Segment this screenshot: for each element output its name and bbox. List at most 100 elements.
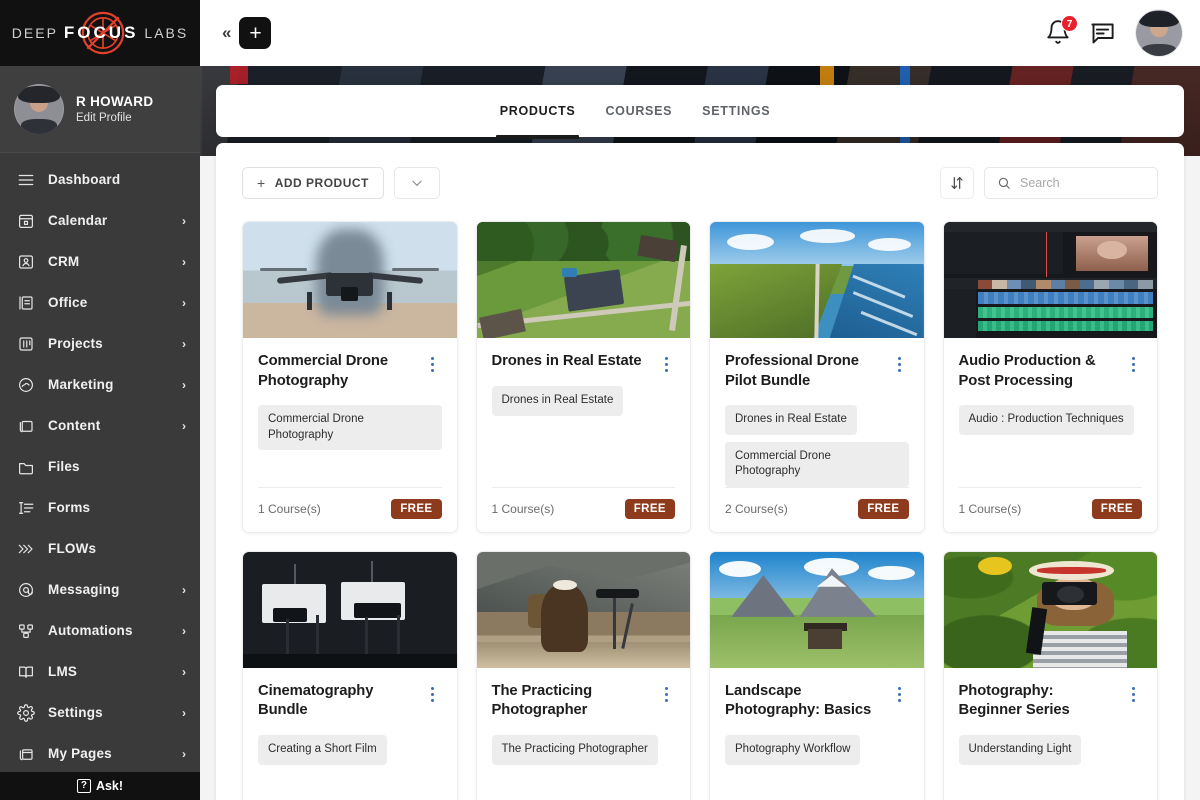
brand-logo[interactable]: DEEP FOCUS LABS (0, 0, 200, 66)
product-card[interactable]: The Practicing Photographer The Practicin… (476, 551, 692, 800)
course-count: 2 Course(s) (725, 502, 858, 516)
marketing-icon (17, 376, 35, 394)
kebab-menu-icon[interactable] (891, 682, 909, 702)
chevron-right-icon: › (182, 419, 186, 433)
kebab-menu-icon[interactable] (657, 682, 675, 702)
edit-profile-link[interactable]: Edit Profile (76, 112, 153, 124)
product-card[interactable]: Cinematography BundleCreating a Short Fi… (242, 551, 458, 800)
search-input[interactable] (1020, 176, 1145, 190)
product-card-header: Landscape Photography: Basics (725, 682, 909, 721)
product-card[interactable]: Drones in Real Estate Drones in Real Esta… (476, 221, 692, 533)
sidebar-item-label: My Pages (48, 746, 169, 761)
search-box[interactable] (984, 167, 1158, 199)
product-tag: Understanding Light (959, 735, 1082, 765)
profile-avatar (14, 84, 64, 134)
calendar-icon (16, 211, 35, 230)
sidebar-item-label: CRM (48, 254, 169, 269)
app-root: DEEP FOCUS LABS R HOWARD Edit Profile Da… (0, 0, 1200, 800)
product-thumbnail (944, 222, 1158, 338)
sidebar-item-calendar[interactable]: Calendar › (0, 200, 200, 241)
topbar-icons: 7 (1045, 10, 1182, 56)
sidebar-item-label: Forms (48, 500, 186, 515)
product-card-header: Photography: Beginner Series (959, 682, 1143, 721)
sidebar-nav: DashboardCalendar›CRM›Office›Projects›Ma… (0, 153, 200, 772)
product-card[interactable]: Commercial Drone PhotographyCommercial D… (242, 221, 458, 533)
brand-word-right: LABS (144, 25, 188, 41)
product-card[interactable]: Landscape Photography: BasicsPhotography… (709, 551, 925, 800)
projects-icon (17, 335, 35, 353)
chevron-right-icon: › (182, 296, 186, 310)
product-card[interactable]: Professional Drone Pilot BundleDrones in… (709, 221, 925, 533)
sidebar-item-dashboard[interactable]: Dashboard (0, 159, 200, 200)
kebab-menu-icon[interactable] (424, 682, 442, 702)
sidebar-item-my-pages[interactable]: My Pages› (0, 733, 200, 772)
product-title: Drones in Real Estate (492, 352, 650, 372)
product-tag: Commercial Drone Photography (725, 442, 909, 487)
sidebar-item-forms[interactable]: Forms (0, 487, 200, 528)
tab-courses[interactable]: COURSES (605, 85, 672, 137)
product-thumbnail (477, 552, 691, 668)
kebab-menu-icon[interactable] (424, 352, 442, 372)
product-title: Photography: Beginner Series (959, 682, 1117, 721)
collapse-sidebar-button[interactable]: « (218, 23, 239, 43)
product-thumbnail (710, 222, 924, 338)
ask-label: Ask! (96, 779, 123, 793)
kebab-menu-icon[interactable] (1124, 682, 1142, 702)
add-product-button[interactable]: + ADD PRODUCT (242, 167, 384, 199)
chevron-right-icon: › (182, 214, 186, 228)
product-tags: Understanding Light (959, 735, 1143, 765)
product-card-body: Commercial Drone PhotographyCommercial D… (243, 338, 457, 532)
tab-settings[interactable]: SETTINGS (702, 85, 770, 137)
sidebar-item-content[interactable]: Content› (0, 405, 200, 446)
tab-products[interactable]: PRODUCTS (500, 85, 576, 137)
pages-icon (17, 745, 35, 763)
product-thumbnail (710, 552, 924, 668)
book-icon (16, 662, 35, 681)
sidebar-item-office[interactable]: Office› (0, 282, 200, 323)
sidebar-item-label: Messaging (48, 582, 169, 597)
sidebar-profile[interactable]: R HOWARD Edit Profile (0, 66, 200, 154)
tabs: PRODUCTS COURSES SETTINGS (500, 85, 771, 137)
product-card[interactable]: Photography: Beginner Series Understandin… (943, 551, 1159, 800)
kebab-menu-icon[interactable] (1124, 352, 1142, 372)
kebab-menu-icon[interactable] (657, 352, 675, 372)
sidebar-item-lms[interactable]: LMS› (0, 651, 200, 692)
sidebar-item-marketing[interactable]: Marketing› (0, 364, 200, 405)
plus-icon: + (257, 175, 266, 191)
sidebar-item-projects[interactable]: Projects› (0, 323, 200, 364)
brand-word-center: FOCUS (64, 23, 139, 43)
sidebar-item-label: Calendar (48, 213, 169, 228)
sidebar-item-automations[interactable]: Automations› (0, 610, 200, 651)
ask-button[interactable]: ? Ask! (0, 772, 200, 800)
product-card-header: Drones in Real Estate (492, 352, 676, 372)
product-tag: Drones in Real Estate (492, 386, 624, 416)
quick-add-button[interactable]: + (239, 17, 271, 49)
product-card-header: The Practicing Photographer (492, 682, 676, 721)
profile-name: R HOWARD (76, 94, 153, 109)
product-tag: The Practicing Photographer (492, 735, 658, 765)
sidebar-item-messaging[interactable]: Messaging› (0, 569, 200, 610)
sidebar-item-label: FLOWs (48, 541, 186, 556)
sidebar-item-flows[interactable]: FLOWs (0, 528, 200, 569)
product-card-header: Cinematography Bundle (258, 682, 442, 721)
user-avatar[interactable] (1136, 10, 1182, 56)
product-card[interactable]: Audio Production & Post ProcessingAudio … (943, 221, 1159, 533)
product-tags: Commercial Drone Photography (258, 405, 442, 450)
notifications-button[interactable]: 7 (1045, 19, 1073, 47)
messages-button[interactable] (1089, 20, 1116, 47)
add-product-dropdown-button[interactable] (394, 167, 440, 199)
automations-icon (17, 622, 35, 640)
chevron-right-icon: › (182, 706, 186, 720)
kebab-menu-icon[interactable] (891, 352, 909, 372)
sidebar-item-label: Marketing (48, 377, 169, 392)
office-icon (16, 293, 35, 312)
sort-button[interactable] (940, 167, 974, 199)
flows-icon (16, 539, 35, 558)
sidebar-item-settings[interactable]: Settings› (0, 692, 200, 733)
sidebar-item-crm[interactable]: CRM› (0, 241, 200, 282)
hamburger-icon (16, 170, 35, 189)
product-tags: Drones in Real Estate (492, 386, 676, 416)
gear-icon (17, 704, 35, 722)
brand-word-left: DEEP (12, 25, 58, 41)
sidebar-item-files[interactable]: Files (0, 446, 200, 487)
